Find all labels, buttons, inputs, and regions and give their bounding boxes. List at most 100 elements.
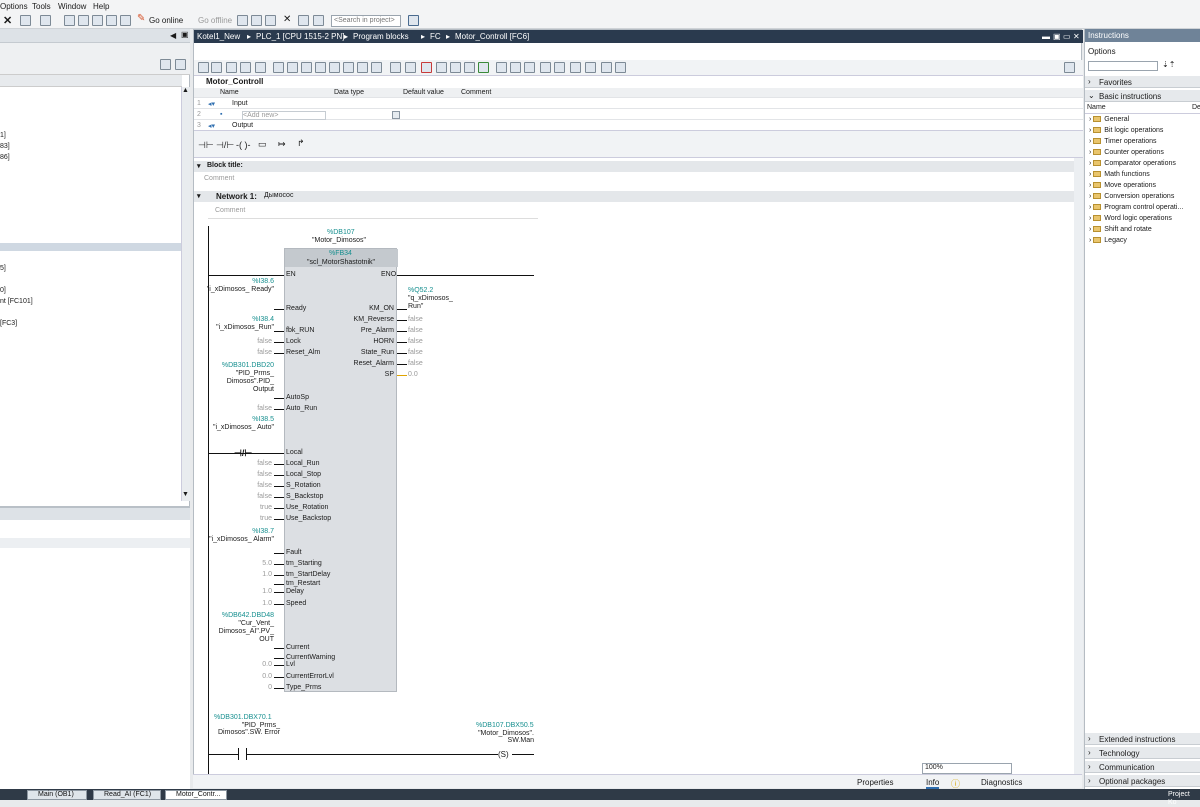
empty-box-icon[interactable]: ▭ [258,139,267,150]
toolbar-icon[interactable] [255,62,266,73]
contact-left[interactable] [238,748,239,760]
optional-packages-section[interactable]: › Optional packages [1085,775,1200,787]
operand-tag[interactable]: "i_xDimosos_ Alarm" [204,536,274,544]
toolbar-icon[interactable] [315,62,326,73]
operand-tag[interactable]: "Cur_Vent_ Dimosos_AI".PV_ OUT [204,620,274,644]
pin-value[interactable]: false [254,405,272,412]
extended-instructions-section[interactable]: › Extended instructions [1085,733,1200,745]
toolbar-icon[interactable] [464,62,475,73]
toolbar-icon[interactable] [421,62,432,73]
ladder-scrollbar[interactable] [1074,158,1083,774]
properties-tab[interactable]: Properties [857,778,893,787]
instruction-folder-program-control-operati[interactable]: › Program control operati... [1089,204,1183,211]
toolbar-icon[interactable] [357,62,368,73]
breadcrumb-program-blocks[interactable]: Program blocks [353,32,409,41]
pin-value[interactable]: 1.0 [254,588,272,595]
split-vertical-icon[interactable] [313,15,324,26]
collapse-icon[interactable]: ◀ [170,31,176,40]
project-tree-scrollbar[interactable]: ▲ ▼ [181,87,190,501]
cross-reference-icon[interactable] [251,15,262,26]
pin-value[interactable]: false [408,349,423,356]
toolbar-icon[interactable] [226,62,237,73]
toolbar-icon[interactable] [211,62,222,73]
tree-item[interactable]: 86] [0,154,10,161]
contact-tag[interactable]: "PID_Prms_ Dimosos".SW. Error [218,722,280,736]
undo-icon[interactable] [20,15,31,26]
instruction-folder-word-logic-operations[interactable]: › Word logic operations [1089,215,1172,222]
export-icon[interactable] [175,59,186,70]
instruction-folder-legacy[interactable]: › Legacy [1089,237,1127,244]
toolbar-icon[interactable] [371,62,382,73]
operand-tag[interactable]: "i_xDimosos_Run" [204,324,274,332]
toolbar-icon[interactable] [615,62,626,73]
instruction-folder-move-operations[interactable]: › Move operations [1089,182,1156,189]
zoom-select[interactable]: 100% [922,763,1012,774]
toolbar-icon[interactable] [287,62,298,73]
split-horizontal-icon[interactable] [298,15,309,26]
compile-icon[interactable] [64,15,75,26]
menu-tools[interactable]: Tools [32,2,51,11]
column-header-name[interactable]: Name [220,89,239,96]
no-contact-icon[interactable]: ⊣⊢ [198,140,214,151]
task-main-ob1[interactable]: Main (OB1) [27,790,87,800]
pin-value[interactable]: 0 [254,684,272,691]
menu-help[interactable]: Help [93,2,109,11]
technology-section[interactable]: › Technology [1085,747,1200,759]
diagnostics-tab[interactable]: Diagnostics [981,778,1022,787]
toolbar-icon[interactable] [524,62,535,73]
tree-item[interactable]: 0] [0,287,6,294]
toolbar-icon[interactable] [450,62,461,73]
pin-value[interactable]: 0.0 [408,371,418,378]
pin-value[interactable]: false [254,471,272,478]
toolbar-icon[interactable] [496,62,507,73]
accessible-devices-icon[interactable] [237,15,248,26]
breadcrumb-fc[interactable]: FC [430,32,441,41]
instruction-folder-comparator-operations[interactable]: › Comparator operations [1089,160,1176,167]
toolbar-icon[interactable] [540,62,551,73]
pin-value[interactable]: false [254,349,272,356]
pin-value[interactable]: false [408,338,423,345]
task-motor-controll[interactable]: Motor_Contr... [165,790,227,800]
breadcrumb-project[interactable]: Kotel1_New [197,32,240,41]
monitor-icon[interactable] [265,15,276,26]
nc-contact-icon[interactable]: ⊣/⊢ [216,140,234,151]
pin-value[interactable]: true [254,504,272,511]
toolbar-icon[interactable] [510,62,521,73]
close-icon[interactable]: ✕ [1073,32,1080,41]
download-icon[interactable] [78,15,89,26]
pin-value[interactable]: 1.0 [254,600,272,607]
info-tab[interactable]: Info [926,778,940,789]
pin-value[interactable]: true [254,515,272,522]
coil-icon[interactable]: -( )- [236,140,251,150]
toolbar-icon[interactable] [301,62,312,73]
go-online-icon[interactable]: ✎ [137,13,145,24]
pin-value[interactable]: 0.0 [254,661,272,668]
toolbar-icon[interactable] [329,62,340,73]
go-online-button[interactable]: Go online [149,16,183,25]
instruction-folder-shift-and-rotate[interactable]: › Shift and rotate [1089,226,1152,233]
pin-value[interactable]: false [408,360,423,367]
operand-tag[interactable]: "i_xDimosos_ Auto" [204,424,274,432]
toolbar-icon[interactable] [601,62,612,73]
pin-icon[interactable]: ▣ [181,30,189,39]
instruction-folder-timer-operations[interactable]: › Timer operations [1089,138,1157,145]
breadcrumb-plc[interactable]: PLC_1 [CPU 1515-2 PN] [256,32,345,41]
row-name[interactable]: Input [232,100,248,107]
basic-instructions-section[interactable]: ⌄ Basic instructions [1085,90,1200,102]
redo-icon[interactable] [40,15,51,26]
breadcrumb-block[interactable]: Motor_Controll [FC6] [455,32,529,41]
float-icon[interactable]: ▭ [1063,32,1071,41]
task-read-ai-fc1[interactable]: Read_AI (FC1) [93,790,161,800]
type-dropdown-icon[interactable] [392,111,400,119]
tree-item[interactable]: nt [FC101] [0,298,33,305]
favorites-section[interactable]: › Favorites [1085,76,1200,88]
table-row[interactable]: 2 ▪ <Add new> [194,110,1083,120]
simulation-icon[interactable] [106,15,117,26]
open-branch-icon[interactable]: ↦ [278,139,286,150]
pin-value[interactable]: false [408,316,423,323]
add-new-field[interactable]: <Add new> [242,111,326,120]
toolbar-icon[interactable] [198,62,209,73]
instruction-folder-general[interactable]: › General [1089,116,1129,123]
project-search-input[interactable]: <Search in project> [331,15,401,27]
pin-value[interactable]: false [408,327,423,334]
